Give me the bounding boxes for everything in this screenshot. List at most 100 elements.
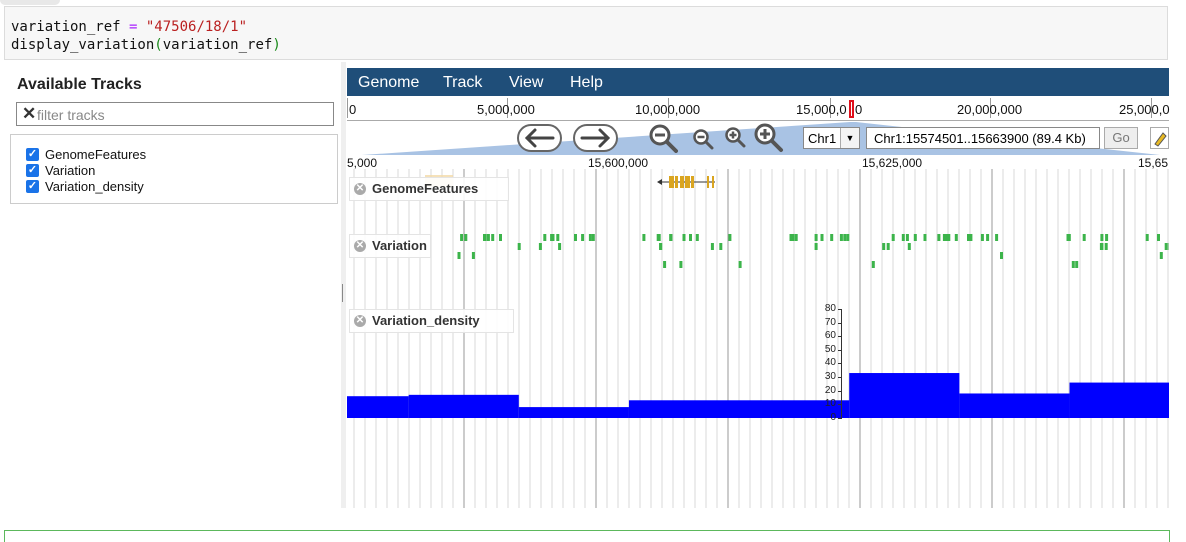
variation-mark: [728, 234, 731, 241]
code-paren-close: ): [272, 37, 280, 53]
code-cell[interactable]: variation_ref = "47506/18/1" display_var…: [4, 6, 1168, 60]
checkbox-variation[interactable]: ✓: [26, 164, 39, 177]
close-icon[interactable]: ✕: [354, 315, 366, 327]
overview-tick: 0: [349, 102, 356, 117]
close-icon[interactable]: ✕: [354, 240, 366, 252]
overview-location-marker[interactable]: [849, 100, 854, 118]
variation-mark: [815, 234, 818, 241]
zoom-in-big-icon[interactable]: [753, 122, 785, 154]
variation-mark: [711, 243, 714, 250]
arrow-right-icon[interactable]: [573, 124, 618, 152]
close-icon[interactable]: ✕: [354, 183, 366, 195]
chromosome-select[interactable]: Chr1 ▼: [803, 127, 860, 149]
variation-mark: [924, 234, 927, 241]
zoom-out-big-icon[interactable]: [648, 123, 678, 153]
next-cell[interactable]: [4, 530, 1170, 542]
variation-mark: [906, 234, 909, 241]
track-canvas: [347, 169, 1169, 508]
ruler-tick: 5,000: [347, 156, 377, 170]
variation-mark: [846, 234, 849, 241]
variation-mark: [945, 234, 948, 241]
variation-mark: [887, 243, 890, 250]
checkbox-variation-density[interactable]: ✓: [26, 180, 39, 193]
density-axis-tick: 40: [825, 357, 836, 368]
zoom-out-icon[interactable]: [692, 128, 714, 150]
gene-exon: [675, 176, 678, 188]
density-bar: [347, 396, 409, 418]
variation-mark: [464, 234, 467, 241]
density-axis-tick: 80: [825, 303, 836, 314]
variation-mark: [914, 234, 917, 241]
previous-cell-edge: [0, 0, 60, 5]
variation-mark: [1165, 243, 1168, 250]
location-input[interactable]: Chr1:15574501..15663900 (89.4 Kb): [866, 127, 1100, 149]
variation-mark: [840, 234, 843, 241]
variation-mark: [581, 234, 584, 241]
variation-mark: [1105, 243, 1108, 250]
variation-mark: [995, 234, 998, 241]
variation-mark: [1072, 261, 1075, 268]
splitter-handle[interactable]: [342, 284, 343, 302]
variation-mark: [1105, 234, 1108, 241]
gene-exon: [691, 176, 694, 188]
variation-mark: [1068, 234, 1071, 241]
code-string: "47506/18/1": [146, 19, 247, 35]
menu-help[interactable]: Help: [570, 74, 603, 92]
checkbox-genomefeatures[interactable]: ✓: [26, 148, 39, 161]
density-axis-tick: 60: [825, 330, 836, 341]
overview-tick: 10,000,000: [635, 102, 700, 117]
highlight-icon[interactable]: [1150, 127, 1169, 149]
overview-tick: 25,000,0: [1119, 102, 1170, 117]
gene-strand-arrow: [657, 179, 662, 185]
variation-mark: [589, 234, 592, 241]
menu-genome[interactable]: Genome: [358, 74, 419, 92]
variation-mark: [483, 234, 486, 241]
density-axis-tick: 50: [825, 344, 836, 355]
code-function: display_variation: [11, 37, 154, 53]
variation-mark: [967, 234, 970, 241]
menu-view[interactable]: View: [509, 74, 543, 92]
variation-mark: [719, 243, 722, 250]
gene-exon: [712, 176, 714, 188]
variation-mark: [574, 234, 577, 241]
variation-mark: [1075, 261, 1078, 268]
density-bar: [1070, 383, 1169, 418]
variation-mark: [472, 252, 475, 259]
track-title: GenomeFeatures: [372, 181, 478, 196]
ruler-tick: 15,65: [1138, 156, 1168, 170]
x-icon[interactable]: ✕: [22, 105, 36, 123]
gene-exon: [680, 176, 684, 188]
variation-mark: [1083, 234, 1086, 241]
chevron-down-icon[interactable]: ▼: [840, 128, 859, 148]
track-display-area[interactable]: [347, 169, 1169, 508]
variation-mark: [642, 234, 645, 241]
go-button[interactable]: Go: [1104, 127, 1138, 149]
arrow-left-icon[interactable]: [517, 124, 562, 152]
chromosome-overview[interactable]: [347, 96, 1169, 121]
variation-mark: [1100, 243, 1103, 250]
variation-mark: [659, 243, 662, 250]
location-value: Chr1:15574501..15663900 (89.4 Kb): [874, 131, 1086, 146]
zoom-in-icon[interactable]: [724, 126, 746, 148]
density-axis-tick: 70: [825, 317, 836, 328]
variation-mark: [592, 234, 595, 241]
code-paren-open: (: [154, 37, 162, 53]
variation-mark: [689, 234, 692, 241]
ruler-tick: 15,600,000: [588, 156, 648, 170]
code-line-2: display_variation(variation_ref): [11, 37, 281, 53]
variation-mark: [556, 234, 559, 241]
variation-mark: [1157, 234, 1160, 241]
variation-mark: [981, 234, 984, 241]
code-line-1: variation_ref = "47506/18/1": [11, 19, 247, 35]
track-label-variation: Variation: [45, 163, 95, 178]
menu-track[interactable]: Track: [443, 74, 482, 92]
variation-mark: [458, 252, 461, 259]
variation-mark: [955, 234, 958, 241]
variation-mark: [872, 261, 875, 268]
variation-mark: [552, 234, 555, 241]
variation-mark: [830, 234, 833, 241]
variation-mark: [843, 234, 846, 241]
code-argument: variation_ref: [163, 37, 273, 53]
variation-mark: [696, 234, 699, 241]
variation-mark: [1100, 234, 1103, 241]
